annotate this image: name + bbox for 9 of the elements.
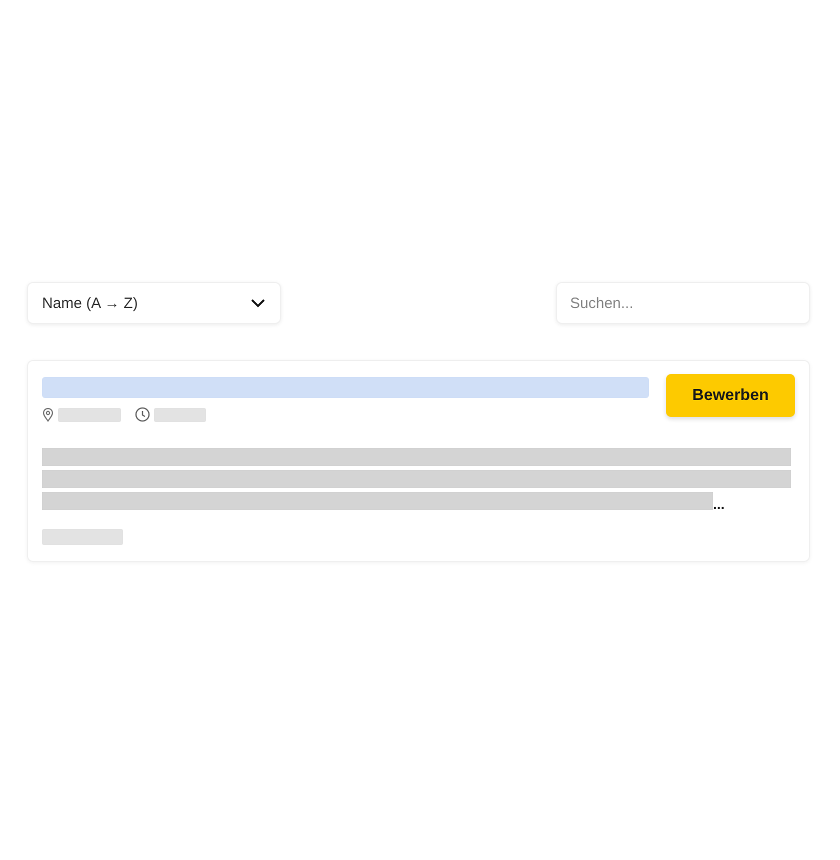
- search-field[interactable]: Suchen...: [556, 282, 810, 324]
- location-placeholder: [58, 408, 121, 422]
- apply-button[interactable]: Bewerben: [666, 374, 795, 417]
- sort-dropdown[interactable]: Name (A → Z): [27, 282, 281, 324]
- time-placeholder: [154, 408, 206, 422]
- chevron-down-icon: [250, 298, 266, 308]
- clock-icon: [135, 407, 150, 422]
- ellipsis: ...: [713, 498, 725, 510]
- location-pin-icon: [42, 408, 54, 422]
